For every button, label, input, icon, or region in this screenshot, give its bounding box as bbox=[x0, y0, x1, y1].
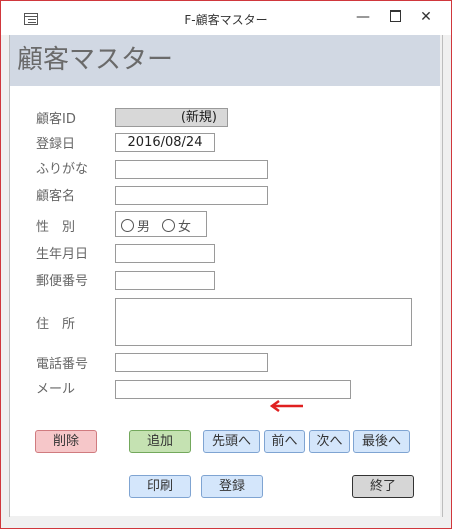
delete-button[interactable]: 削除 bbox=[35, 430, 97, 453]
close-icon[interactable]: ✕ bbox=[413, 6, 439, 28]
add-button[interactable]: 追加 bbox=[129, 430, 191, 453]
phone-label: 電話番号 bbox=[36, 357, 89, 372]
first-record-button[interactable]: 先頭へ bbox=[203, 430, 260, 453]
address-field[interactable] bbox=[115, 298, 412, 346]
gender-female-label: 女 bbox=[178, 220, 192, 235]
red-arrow-icon bbox=[269, 400, 303, 412]
birthdate-field[interactable] bbox=[115, 244, 215, 263]
register-button[interactable]: 登録 bbox=[201, 475, 263, 498]
minimize-icon[interactable]: — bbox=[350, 6, 376, 28]
prev-record-button[interactable]: 前へ bbox=[264, 430, 305, 453]
address-label: 住 所 bbox=[36, 317, 76, 332]
gender-option-group: 男 女 bbox=[115, 211, 207, 237]
furigana-field[interactable] bbox=[115, 160, 268, 179]
phone-field[interactable] bbox=[115, 353, 268, 372]
customer-id-label: 顧客ID bbox=[36, 112, 76, 127]
furigana-label: ふりがな bbox=[36, 162, 89, 177]
close-button[interactable]: 終了 bbox=[352, 475, 414, 498]
gender-female-radio[interactable]: 女 bbox=[162, 216, 191, 235]
form-detail: 顧客ID (新規) 登録日 2016/08/24 ふりがな 顧客名 性 別 男 … bbox=[10, 86, 440, 516]
print-button[interactable]: 印刷 bbox=[129, 475, 191, 498]
gender-male-radio[interactable]: 男 bbox=[121, 216, 150, 235]
reg-date-field[interactable]: 2016/08/24 bbox=[115, 133, 215, 152]
gender-male-label: 男 bbox=[137, 220, 151, 235]
customer-id-field[interactable]: (新規) bbox=[115, 108, 228, 127]
title-bar: F-顧客マスター — ✕ bbox=[1, 1, 451, 35]
birthdate-label: 生年月日 bbox=[36, 247, 89, 262]
name-field[interactable] bbox=[115, 186, 268, 205]
postal-field[interactable] bbox=[115, 271, 215, 290]
next-record-button[interactable]: 次へ bbox=[309, 430, 350, 453]
email-label: メール bbox=[36, 382, 76, 397]
gender-label: 性 別 bbox=[36, 220, 76, 235]
maximize-icon[interactable] bbox=[382, 6, 408, 28]
postal-label: 郵便番号 bbox=[36, 274, 89, 289]
reg-date-label: 登録日 bbox=[36, 137, 76, 152]
form-header: 顧客マスター bbox=[10, 35, 440, 86]
email-field[interactable] bbox=[115, 380, 351, 399]
last-record-button[interactable]: 最後へ bbox=[353, 430, 410, 453]
name-label: 顧客名 bbox=[36, 189, 76, 204]
form-title: 顧客マスター bbox=[17, 45, 174, 75]
